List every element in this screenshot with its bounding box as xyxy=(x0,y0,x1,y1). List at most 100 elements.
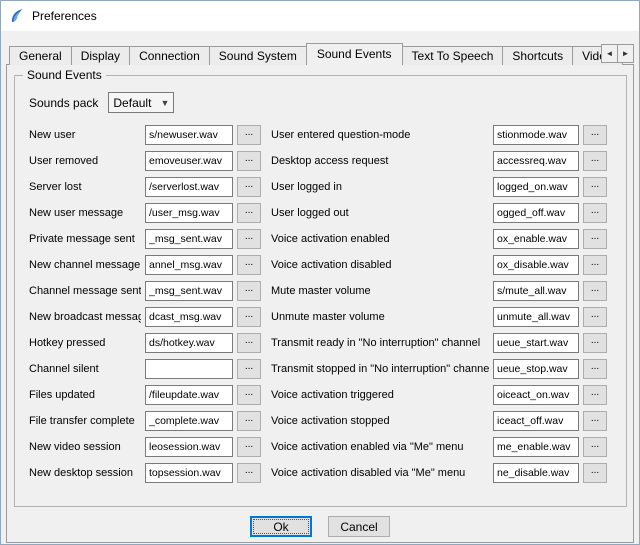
sound-event-row: File transfer complete... xyxy=(29,411,261,431)
sound-file-input[interactable] xyxy=(493,281,579,301)
browse-button[interactable]: ... xyxy=(583,437,607,457)
dialog-buttons: Ok Cancel xyxy=(7,516,633,537)
sound-event-label: Private message sent xyxy=(29,233,141,245)
sound-file-input[interactable] xyxy=(145,151,233,171)
sound-file-input[interactable] xyxy=(493,385,579,405)
sound-file-input[interactable] xyxy=(493,125,579,145)
browse-button[interactable]: ... xyxy=(583,333,607,353)
sound-event-row: Voice activation enabled via "Me" menu..… xyxy=(271,437,607,457)
sound-file-input[interactable] xyxy=(145,307,233,327)
sound-file-input[interactable] xyxy=(145,463,233,483)
sound-event-label: User logged out xyxy=(271,207,489,219)
sound-event-row: New user... xyxy=(29,125,261,145)
browse-button[interactable]: ... xyxy=(583,151,607,171)
sound-event-label: User logged in xyxy=(271,181,489,193)
tab-shortcuts[interactable]: Shortcuts xyxy=(502,46,573,65)
browse-button[interactable]: ... xyxy=(237,203,261,223)
browse-button[interactable]: ... xyxy=(237,125,261,145)
sound-file-input[interactable] xyxy=(493,333,579,353)
tab-sound-system[interactable]: Sound System xyxy=(209,46,307,65)
browse-button[interactable]: ... xyxy=(237,177,261,197)
browse-button[interactable]: ... xyxy=(583,307,607,327)
sounds-pack-combo[interactable]: Default ▼ xyxy=(108,92,174,113)
browse-button[interactable]: ... xyxy=(237,437,261,457)
sound-event-row: User removed... xyxy=(29,151,261,171)
sound-file-input[interactable] xyxy=(145,281,233,301)
browse-button[interactable]: ... xyxy=(583,385,607,405)
sound-event-row: New video session... xyxy=(29,437,261,457)
sound-file-input[interactable] xyxy=(493,437,579,457)
tab-scroll-left-button[interactable]: ◄ xyxy=(601,44,618,63)
browse-button[interactable]: ... xyxy=(583,125,607,145)
browse-button[interactable]: ... xyxy=(237,281,261,301)
sound-event-label: Hotkey pressed xyxy=(29,337,141,349)
sound-event-row: New desktop session... xyxy=(29,463,261,483)
sound-file-input[interactable] xyxy=(493,307,579,327)
browse-button[interactable]: ... xyxy=(583,281,607,301)
sound-event-label: New channel message xyxy=(29,259,141,271)
browse-button[interactable]: ... xyxy=(583,359,607,379)
sound-event-row: Voice activation triggered... xyxy=(271,385,607,405)
browse-button[interactable]: ... xyxy=(237,385,261,405)
sound-event-row: Voice activation enabled... xyxy=(271,229,607,249)
sound-event-label: User removed xyxy=(29,155,141,167)
sound-event-row: Mute master volume... xyxy=(271,281,607,301)
sound-event-row: New channel message... xyxy=(29,255,261,275)
tab-display[interactable]: Display xyxy=(71,46,130,65)
sound-event-label: Transmit ready in "No interruption" chan… xyxy=(271,337,489,349)
sound-file-input[interactable] xyxy=(145,125,233,145)
sound-file-input[interactable] xyxy=(145,411,233,431)
sound-event-row: Transmit ready in "No interruption" chan… xyxy=(271,333,607,353)
ok-button[interactable]: Ok xyxy=(250,516,312,537)
sound-event-label: Server lost xyxy=(29,181,141,193)
sound-file-input[interactable] xyxy=(493,151,579,171)
event-columns: New user...User removed...Server lost...… xyxy=(29,125,618,483)
sound-event-row: Server lost... xyxy=(29,177,261,197)
browse-button[interactable]: ... xyxy=(237,229,261,249)
tab-text-to-speech[interactable]: Text To Speech xyxy=(402,46,504,65)
sound-file-input[interactable] xyxy=(493,255,579,275)
sound-file-input[interactable] xyxy=(145,437,233,457)
browse-button[interactable]: ... xyxy=(583,177,607,197)
sound-event-label: Voice activation enabled xyxy=(271,233,489,245)
sound-file-input[interactable] xyxy=(493,177,579,197)
browse-button[interactable]: ... xyxy=(237,333,261,353)
sound-event-row: Voice activation stopped... xyxy=(271,411,607,431)
browse-button[interactable]: ... xyxy=(583,411,607,431)
browse-button[interactable]: ... xyxy=(237,307,261,327)
sound-file-input[interactable] xyxy=(145,177,233,197)
sound-event-label: Unmute master volume xyxy=(271,311,489,323)
browse-button[interactable]: ... xyxy=(237,151,261,171)
sound-file-input[interactable] xyxy=(493,359,579,379)
browse-button[interactable]: ... xyxy=(237,411,261,431)
cancel-button[interactable]: Cancel xyxy=(328,516,390,537)
sound-file-input[interactable] xyxy=(145,333,233,353)
browse-button[interactable]: ... xyxy=(583,463,607,483)
sound-event-label: New video session xyxy=(29,441,141,453)
sounds-pack-value: Default xyxy=(113,96,151,110)
browse-button[interactable]: ... xyxy=(583,255,607,275)
browse-button[interactable]: ... xyxy=(583,229,607,249)
sound-file-input[interactable] xyxy=(145,229,233,249)
browse-button[interactable]: ... xyxy=(237,255,261,275)
sound-event-label: Channel message sent xyxy=(29,285,141,297)
sound-file-input[interactable] xyxy=(145,385,233,405)
sound-file-input[interactable] xyxy=(493,203,579,223)
sound-file-input[interactable] xyxy=(493,229,579,249)
browse-button[interactable]: ... xyxy=(237,463,261,483)
tab-general[interactable]: General xyxy=(9,46,72,65)
sound-file-input[interactable] xyxy=(145,359,233,379)
sound-file-input[interactable] xyxy=(493,463,579,483)
tab-connection[interactable]: Connection xyxy=(129,46,210,65)
browse-button[interactable]: ... xyxy=(583,203,607,223)
sound-file-input[interactable] xyxy=(493,411,579,431)
sound-file-input[interactable] xyxy=(145,203,233,223)
browse-button[interactable]: ... xyxy=(237,359,261,379)
window-title: Preferences xyxy=(32,9,97,23)
sound-event-row: User logged out... xyxy=(271,203,607,223)
sound-file-input[interactable] xyxy=(145,255,233,275)
tab-bar: GeneralDisplayConnectionSound SystemSoun… xyxy=(1,43,639,65)
tab-sound-events[interactable]: Sound Events xyxy=(306,43,403,65)
tab-scroll-right-button[interactable]: ► xyxy=(617,44,634,63)
sound-event-row: User logged in... xyxy=(271,177,607,197)
